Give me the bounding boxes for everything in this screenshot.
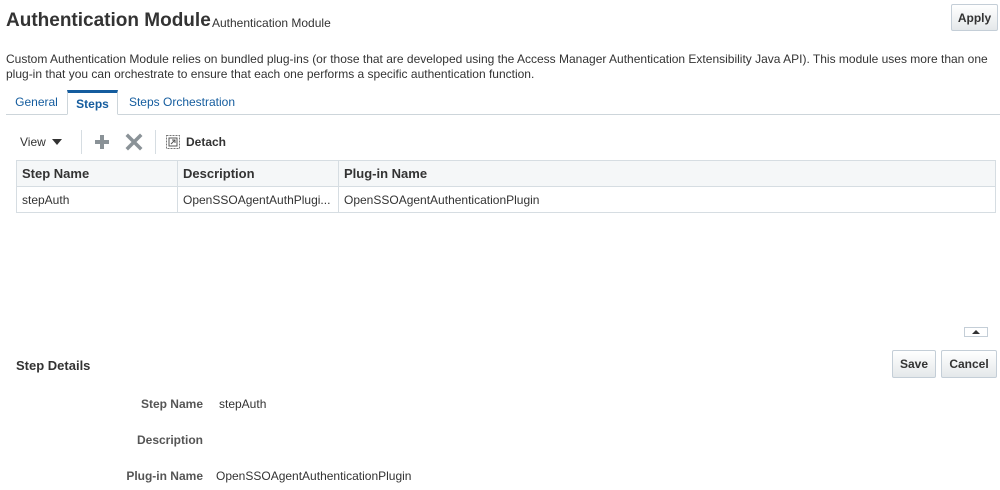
- detach-label: Detach: [186, 135, 227, 149]
- field-value-plugin-name: OpenSSOAgentAuthenticationPlugin: [216, 469, 412, 483]
- column-header-plugin-name[interactable]: Plug-in Name: [338, 160, 996, 187]
- delete-button[interactable]: [125, 133, 143, 151]
- field-value-step-name: stepAuth: [219, 397, 267, 411]
- collapse-button[interactable]: [964, 327, 988, 337]
- detach-button[interactable]: Detach: [166, 132, 226, 152]
- field-label-step-name: Step Name: [140, 397, 203, 411]
- cell-plugin-name: OpenSSOAgentAuthenticationPlugin: [338, 186, 996, 213]
- field-label-plugin-name: Plug-in Name: [126, 469, 203, 483]
- toolbar-separator: [155, 130, 156, 154]
- step-details-title: Step Details: [16, 358, 91, 373]
- view-menu[interactable]: View: [20, 132, 62, 152]
- steps-table: Step Name Description Plug-in Name stepA…: [16, 160, 996, 213]
- cancel-button[interactable]: Cancel: [941, 350, 997, 378]
- save-button[interactable]: Save: [892, 350, 936, 378]
- x-icon: [125, 133, 143, 151]
- add-button[interactable]: [93, 133, 111, 151]
- tab-steps-orchestration[interactable]: Steps Orchestration: [118, 90, 246, 114]
- toolbar-separator: [81, 130, 82, 154]
- plus-icon: [95, 135, 109, 149]
- column-header-step-name[interactable]: Step Name: [16, 160, 178, 187]
- page-description: Custom Authentication Module relies on b…: [6, 52, 988, 81]
- arrow-up-icon: [972, 330, 980, 334]
- page-title: Authentication Module: [6, 10, 211, 31]
- detach-icon: [166, 135, 180, 149]
- caret-down-icon: [51, 139, 62, 145]
- page-subtitle: Authentication Module: [212, 16, 331, 30]
- field-label-description: Description: [136, 433, 203, 447]
- table-header-row: Step Name Description Plug-in Name: [16, 160, 996, 187]
- column-header-description[interactable]: Description: [177, 160, 339, 187]
- tab-general[interactable]: General: [6, 90, 67, 114]
- tab-bar-divider: [6, 114, 1000, 115]
- apply-button[interactable]: Apply: [951, 4, 998, 31]
- cell-description: OpenSSOAgentAuthPlugi...: [177, 186, 339, 213]
- cell-step-name: stepAuth: [16, 186, 178, 213]
- table-row[interactable]: stepAuth OpenSSOAgentAuthPlugi... OpenSS…: [16, 186, 996, 213]
- view-menu-label: View: [20, 135, 46, 149]
- tab-steps[interactable]: Steps: [67, 90, 118, 115]
